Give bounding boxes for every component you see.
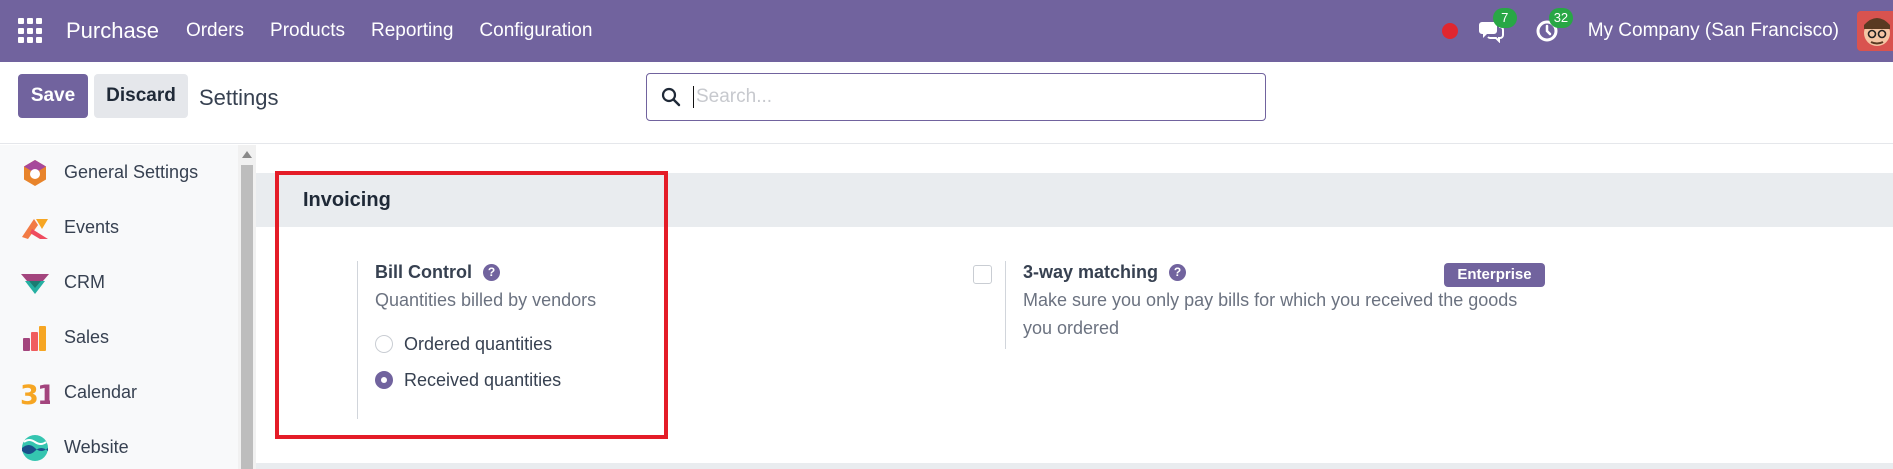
events-icon [20, 213, 50, 243]
settings-content: Invoicing Bill Control ? Quantities bill… [256, 145, 1893, 469]
scroll-thumb[interactable] [241, 165, 253, 469]
messages-badge: 7 [1492, 8, 1517, 28]
systray: 7 32 My Company (San Francisco) [1441, 0, 1893, 62]
invoicing-section-header: Invoicing [256, 173, 1893, 227]
control-panel: Save Discard Settings [0, 62, 1893, 144]
general-settings-icon [20, 158, 50, 188]
bill-control-setting: Bill Control ? Quantities billed by vend… [357, 261, 657, 419]
sidebar-item-label: CRM [64, 272, 105, 292]
discard-button[interactable]: Discard [94, 74, 188, 118]
sales-icon [20, 323, 50, 353]
avatar-face-icon [1857, 11, 1893, 51]
bill-control-description: Quantities billed by vendors [375, 290, 597, 310]
sidebar-item-events[interactable]: Events [0, 200, 238, 255]
sidebar-scrollbar[interactable] [238, 145, 256, 469]
sidebar-item-website[interactable]: Website [0, 420, 238, 469]
search-input[interactable] [693, 86, 1233, 108]
section-divider [256, 463, 1893, 469]
messages-button[interactable]: 7 [1476, 8, 1517, 46]
activity-button[interactable]: 32 [1532, 8, 1574, 46]
three-way-matching-checkbox[interactable] [973, 265, 992, 284]
radio-received-quantities[interactable]: Received quantities [375, 365, 657, 395]
menu-reporting[interactable]: Reporting [358, 20, 466, 42]
sidebar-item-calendar[interactable]: 3 1 Calendar [0, 365, 238, 420]
sidebar-item-label: Calendar [64, 382, 138, 402]
sidebar-item-label: Sales [64, 327, 110, 347]
radio-button[interactable] [375, 335, 393, 353]
svg-text:3: 3 [20, 380, 39, 407]
record-dot-icon[interactable] [1441, 23, 1458, 39]
company-switcher[interactable]: My Company (San Francisco) [1588, 20, 1839, 42]
apps-menu-icon[interactable] [18, 18, 44, 44]
radio-ordered-quantities[interactable]: Ordered quantities [375, 329, 657, 359]
radio-label: Ordered quantities [404, 333, 553, 354]
breadcrumb: Settings [199, 85, 279, 110]
menu-products[interactable]: Products [257, 20, 358, 42]
app-name[interactable]: Purchase [66, 18, 159, 44]
activity-badge: 32 [1548, 8, 1574, 28]
settings-sidebar: General Settings Events CRM Sales 3 1 Ca… [0, 145, 238, 469]
top-navbar: Purchase Orders Products Reporting Confi… [0, 0, 1893, 62]
help-icon[interactable]: ? [1169, 263, 1187, 281]
crm-icon [20, 268, 50, 298]
calendar-icon: 3 1 [20, 378, 50, 408]
setting-title: Bill Control ? [375, 261, 657, 283]
sidebar-item-sales[interactable]: Sales [0, 310, 238, 365]
three-way-matching-description: Make sure you only pay bills for which y… [1023, 286, 1605, 342]
description-line: you ordered [1023, 318, 1120, 338]
save-button[interactable]: Save [18, 74, 88, 118]
menu-orders[interactable]: Orders [173, 20, 257, 42]
sidebar-item-general-settings[interactable]: General Settings [0, 145, 238, 200]
help-icon[interactable]: ? [483, 263, 500, 281]
sidebar-item-label: Website [64, 437, 129, 457]
sidebar-item-label: General Settings [64, 162, 199, 182]
menu-configuration[interactable]: Configuration [466, 20, 605, 42]
search-bar[interactable] [646, 73, 1266, 121]
search-icon [661, 87, 681, 107]
radio-button-checked[interactable] [375, 371, 393, 389]
user-avatar[interactable] [1857, 11, 1893, 51]
section-title: Invoicing [303, 189, 391, 211]
svg-text:1: 1 [37, 380, 50, 407]
sidebar-item-label: Events [64, 217, 120, 237]
three-way-matching-title: 3-way matching [1023, 261, 1159, 282]
radio-label: Received quantities [404, 369, 562, 390]
description-line: Make sure you only pay bills for which y… [1023, 290, 1518, 310]
website-icon [20, 433, 50, 463]
enterprise-badge: Enterprise [1444, 263, 1545, 287]
scroll-up-arrow-icon[interactable] [242, 151, 252, 158]
sidebar-item-crm[interactable]: CRM [0, 255, 238, 310]
bill-control-title: Bill Control [375, 261, 472, 282]
